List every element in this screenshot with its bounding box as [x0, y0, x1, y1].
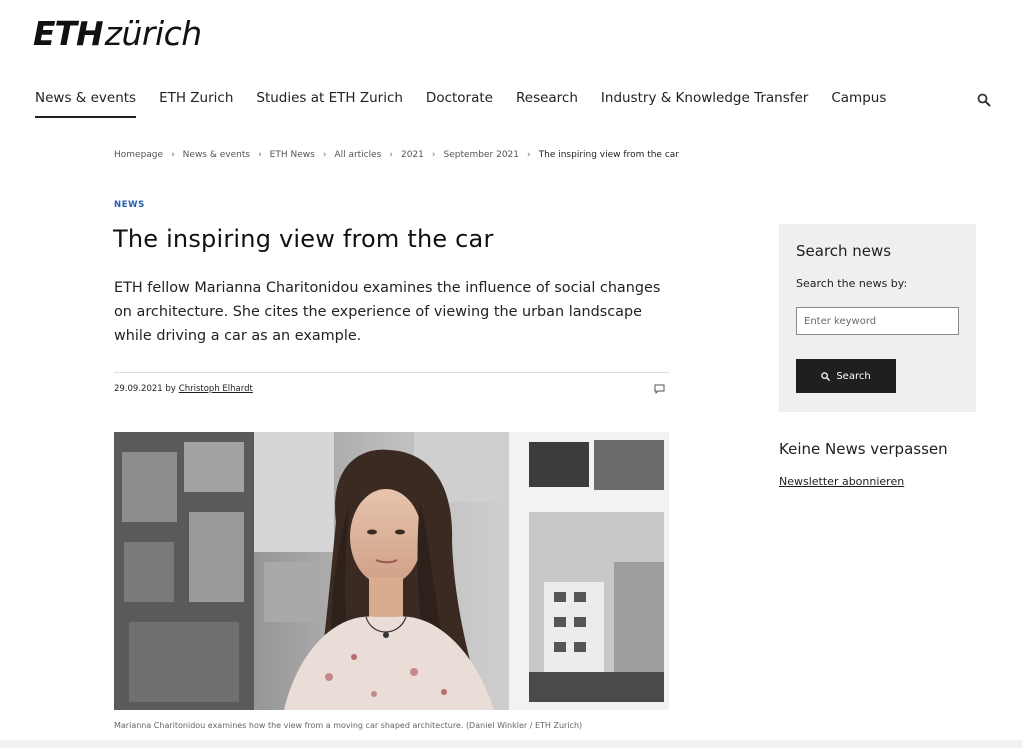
breadcrumb-current: The inspiring view from the car [538, 150, 679, 160]
bottom-strip [0, 740, 1023, 748]
chevron-right-icon: › [431, 150, 436, 160]
chevron-right-icon: › [171, 150, 175, 160]
search-button[interactable]: Search [796, 359, 896, 393]
nav-item-doctorate[interactable]: Doctorate [426, 90, 493, 118]
article-meta: 29.09.2021 by Christoph Elhardt [114, 384, 253, 394]
article-kicker: NEWS [114, 200, 145, 210]
breadcrumb-news-events[interactable]: News & events [183, 150, 250, 160]
nav-item-eth-zurich[interactable]: ETH Zurich [159, 90, 233, 118]
article-title: The inspiring view from the car [113, 225, 494, 253]
chevron-right-icon: › [527, 150, 531, 160]
breadcrumb-2021[interactable]: 2021 [401, 150, 424, 160]
search-news-subtitle: Search the news by: [796, 277, 908, 290]
search-news-title: Search news [796, 242, 892, 260]
nav-item-news-events[interactable]: News & events [35, 90, 137, 118]
main-navigation: News & events ETH Zurich Studies at ETH … [35, 90, 909, 118]
newsletter-title: Keine News verpassen [779, 440, 948, 458]
eth-logo[interactable]: ETH zürich [33, 14, 203, 53]
nav-item-campus[interactable]: Campus [831, 90, 886, 118]
search-icon [821, 371, 831, 381]
nav-item-research[interactable]: Research [516, 90, 578, 118]
chevron-right-icon: › [322, 150, 327, 160]
logo-eth-text: ETH [33, 14, 104, 53]
breadcrumb-september-2021[interactable]: September 2021 [444, 150, 520, 160]
chevron-right-icon: › [258, 150, 262, 160]
breadcrumb-homepage[interactable]: Homepage [114, 150, 163, 160]
breadcrumb-all-articles[interactable]: All articles [334, 150, 381, 160]
article-lead: ETH fellow Marianna Charitonidou examine… [114, 280, 661, 344]
breadcrumb-eth-news[interactable]: ETH News [270, 150, 315, 160]
keyword-input[interactable] [796, 307, 959, 335]
newsletter-subscribe-link[interactable]: Newsletter abonnieren [779, 475, 904, 488]
nav-item-studies[interactable]: Studies at ETH Zurich [256, 90, 403, 118]
image-caption: Marianna Charitonidou examines how the v… [114, 721, 583, 730]
search-button-label: Search [836, 370, 871, 382]
chevron-right-icon: › [389, 150, 393, 160]
breadcrumb: Homepage › News & events › ETH News › Al… [114, 150, 679, 160]
author-link[interactable]: Christoph Elhardt [179, 384, 253, 394]
nav-item-industry[interactable]: Industry & Knowledge Transfer [601, 90, 808, 118]
search-icon[interactable] [977, 93, 991, 107]
comment-icon[interactable] [654, 384, 665, 394]
article-hero-image [114, 432, 669, 710]
logo-zurich-text: zürich [104, 14, 203, 53]
article-date: 29.09.2021 by [114, 384, 176, 394]
search-news-panel: Search news Search the news by: Search [779, 224, 976, 412]
divider [114, 372, 669, 373]
